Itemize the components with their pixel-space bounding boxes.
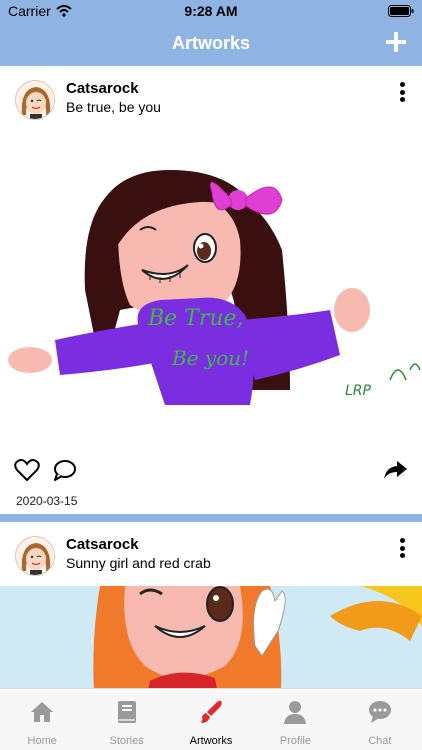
chat-bubble-icon	[368, 701, 391, 723]
heart-icon[interactable]	[14, 458, 40, 482]
brush-icon	[201, 700, 222, 723]
artwork-signature: LRP	[345, 383, 372, 399]
artwork-drawing: Be True, Be you! LRP	[8, 170, 421, 405]
post-caption: Sunny girl and red crab	[66, 555, 211, 571]
person-icon	[284, 701, 307, 724]
page-title: Artworks	[171, 33, 251, 53]
status-bar: Carrier 9:28 AM	[0, 0, 422, 22]
artwork-drawing	[0, 586, 422, 688]
tab-profile[interactable]: Profile	[253, 689, 337, 750]
post-actions: 2020-03-15	[0, 444, 422, 514]
post-header: Catsarock Sunny girl and red crab	[0, 522, 422, 586]
tab-stories[interactable]: Stories	[84, 689, 168, 750]
tab-chat[interactable]: Chat	[338, 689, 422, 750]
post-caption: Be true, be you	[66, 99, 161, 115]
artwork-image[interactable]	[0, 586, 422, 688]
tab-stories-label: Stories	[109, 735, 144, 747]
battery-icon	[388, 5, 414, 17]
post-author[interactable]: Catsarock	[66, 536, 139, 553]
avatar[interactable]	[15, 536, 55, 576]
tab-chat-label: Chat	[368, 735, 392, 747]
avatar[interactable]	[15, 80, 55, 120]
artwork-image[interactable]: Be True, Be you! LRP	[0, 130, 422, 444]
tab-artworks-label: Artworks	[189, 735, 233, 747]
post-card: Catsarock Be true, be you Be True, Be yo…	[0, 66, 422, 514]
more-options-icon[interactable]	[394, 536, 410, 560]
tab-home[interactable]: Home	[0, 689, 84, 750]
top-bar: Carrier 9:28 AM Artworks	[0, 0, 422, 66]
tab-artworks[interactable]: Artworks	[169, 689, 253, 750]
tab-home-label: Home	[27, 735, 57, 747]
post-header: Catsarock Be true, be you	[0, 66, 422, 130]
book-icon	[117, 701, 136, 723]
share-icon[interactable]	[382, 458, 408, 482]
avatar-image	[16, 537, 54, 575]
more-options-icon[interactable]	[394, 80, 410, 104]
post-date: 2020-03-15	[16, 494, 78, 508]
avatar-image	[16, 81, 54, 119]
plus-icon[interactable]	[384, 30, 408, 54]
status-time: 9:28 AM	[184, 3, 238, 19]
tab-profile-label: Profile	[279, 735, 312, 747]
comment-icon[interactable]	[52, 458, 78, 482]
artwork-feed[interactable]: Catsarock Be true, be you Be True, Be yo…	[0, 66, 422, 688]
post-author[interactable]: Catsarock	[66, 80, 139, 97]
artwork-text-line-1: Be True,	[147, 306, 244, 331]
nav-bar: Artworks	[0, 22, 422, 66]
artwork-text-line-2: Be you!	[171, 346, 249, 370]
post-card: Catsarock Sunny girl and red crab	[0, 522, 422, 688]
post-divider	[0, 514, 422, 522]
tab-bar: Home Stories Artworks Profile Chat	[0, 688, 422, 750]
home-icon	[31, 702, 54, 722]
